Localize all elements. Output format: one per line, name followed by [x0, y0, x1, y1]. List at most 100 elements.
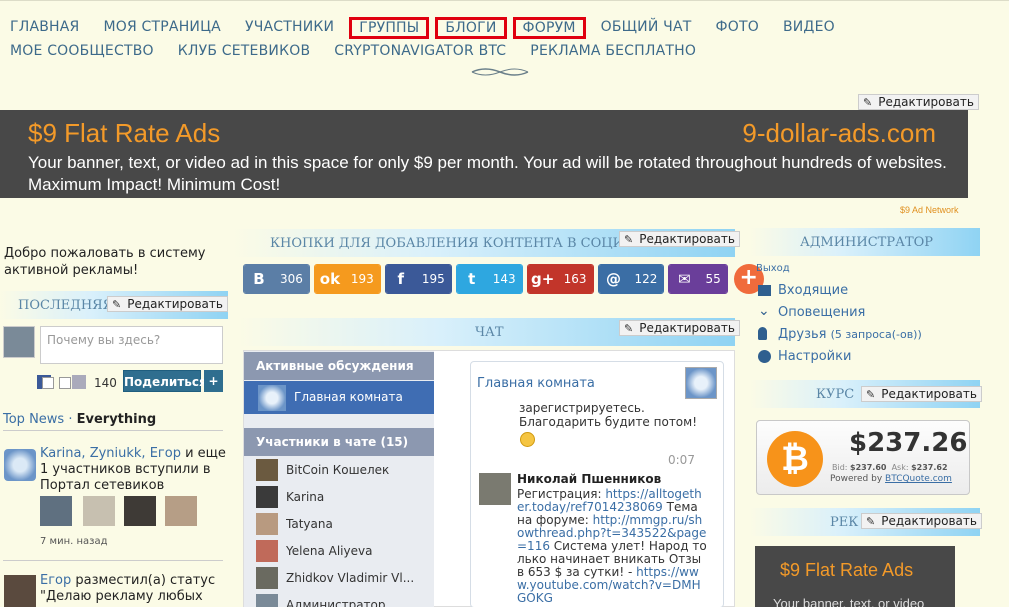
person-icon	[758, 327, 767, 340]
share-twitter-checkbox[interactable]	[59, 377, 71, 389]
chat-room-panel: Главная комната зарегистрируетесь. Благо…	[470, 361, 724, 607]
ad-banner[interactable]: $9 Flat Rate Ads 9-dollar-ads.com Your b…	[0, 110, 968, 198]
welcome-text: Добро пожаловать в систему активной рекл…	[4, 246, 206, 278]
member-thumbnail[interactable]	[40, 496, 72, 526]
social-share-button[interactable]: g+ 163	[526, 264, 594, 294]
banner-edit-button[interactable]: ✎ Редактировать	[858, 94, 979, 110]
avatar	[256, 486, 278, 508]
chat-sidebar: Активные обсуждения Главная комната Учас…	[244, 351, 434, 607]
pencil-icon: ✎	[863, 96, 873, 109]
chat-member[interactable]: Karina	[256, 486, 431, 513]
nav-cryptonavigator[interactable]: CRYPTONAVIGATOR BTC	[334, 41, 506, 61]
chat-message: Регистрация: https://alltogether.today/r…	[517, 487, 707, 605]
share-count: 55	[699, 265, 727, 293]
nav-video[interactable]: ВИДЕО	[783, 17, 835, 39]
social-share-button[interactable]: B 306	[243, 264, 310, 294]
gear-icon	[758, 350, 771, 363]
avatar	[256, 567, 278, 589]
nav-my-page[interactable]: МОЯ СТРАНИЦА	[103, 17, 220, 39]
nav-blogs[interactable]: БЛОГИ	[435, 17, 507, 39]
social-share-button[interactable]: f 195	[384, 264, 452, 294]
chat-room-icon	[258, 385, 286, 411]
odnoklassniki-icon: ok	[314, 265, 345, 293]
share-button[interactable]: Поделиться	[123, 370, 207, 392]
feed-users-link[interactable]: Karina, Zyniukk, Егор	[40, 446, 181, 461]
nav-groups[interactable]: ГРУППЫ	[349, 17, 430, 39]
chat-message-author[interactable]: Николай Пшенников	[517, 472, 661, 486]
nav-my-community[interactable]: МОЕ СООБЩЕСТВО	[10, 41, 154, 61]
active-discussions-header: Активные обсуждения	[244, 352, 434, 380]
filter-separator: ·	[68, 412, 73, 427]
chat-room-title: Главная комната	[477, 376, 595, 391]
chat-member[interactable]: Yelena Aliyeva	[256, 540, 431, 567]
share-facebook-checkbox[interactable]	[42, 377, 54, 389]
side-ad-banner[interactable]: $9 Flat Rate Ads Your banner, text, or v…	[755, 546, 955, 607]
chat-edit-button[interactable]: ✎ Редактировать	[619, 320, 740, 336]
google-plus-icon: g+	[527, 265, 558, 293]
feed-timestamp: 7 мин. назад	[40, 536, 108, 547]
top-navigation: ГЛАВНАЯ МОЯ СТРАНИЦА УЧАСТНИКИ ГРУППЫ БЛ…	[0, 0, 1009, 100]
ornament-divider-icon	[471, 68, 529, 76]
feed-item: Karina, Zyniukk, Егор и еще 1 участников…	[40, 446, 230, 494]
nav-general-chat[interactable]: ОБЩИЙ ЧАТ	[601, 17, 692, 39]
chat-member[interactable]: Zhidkov Vladimir Vl...	[256, 567, 431, 594]
banner-site: 9-dollar-ads.com	[742, 118, 936, 148]
nav-home[interactable]: ГЛАВНАЯ	[10, 17, 79, 39]
logout-link[interactable]: Выход	[756, 263, 790, 274]
envelope-icon	[758, 285, 771, 296]
pencil-icon: ✎	[866, 388, 876, 401]
share-count: 306	[274, 265, 309, 293]
nav-photo[interactable]: ФОТО	[716, 17, 759, 39]
avatar[interactable]	[479, 473, 511, 505]
btcquote-link[interactable]: BTCQuote.com	[885, 474, 952, 484]
top-news-link[interactable]: Top News	[3, 412, 64, 427]
everything-filter[interactable]: Everything	[77, 412, 157, 427]
nav-networkers-club[interactable]: КЛУБ СЕТЕВИКОВ	[178, 41, 311, 61]
bitcoin-icon: ₿	[767, 431, 823, 487]
share-count: 193	[344, 265, 380, 293]
nav-forum[interactable]: ФОРУМ	[512, 17, 586, 39]
char-counter: 140	[94, 376, 117, 390]
chat-room-logo	[685, 367, 717, 399]
share-count: 195	[415, 265, 451, 293]
chat-message: зарегистрируетесь. Благодарить будите по…	[519, 401, 698, 429]
member-thumbnail[interactable]	[165, 496, 197, 526]
buttons-edit-button[interactable]: ✎ Редактировать	[619, 231, 740, 247]
pencil-icon: ✎	[624, 322, 634, 335]
share-more-button[interactable]: +	[204, 370, 223, 392]
chat-member[interactable]: Tatyana	[256, 513, 431, 540]
ad-edit-button[interactable]: ✎ Редактировать	[861, 513, 982, 529]
member-thumbnail[interactable]	[83, 496, 115, 526]
nav-top-border	[0, 0, 1009, 5]
feed-user-link[interactable]: Егор	[40, 573, 71, 588]
ad-network-link[interactable]: $9 Ad Network	[900, 205, 959, 215]
side-ad-title: $9 Flat Rate Ads	[780, 560, 914, 580]
nav-members[interactable]: УЧАСТНИКИ	[245, 17, 334, 39]
twitter-icon	[72, 375, 86, 389]
nav-row-secondary: МОЕ СООБЩЕСТВО КЛУБ СЕТЕВИКОВ CRYPTONAVI…	[10, 41, 720, 61]
group-avatar[interactable]	[4, 449, 36, 481]
mail-ru-icon: @	[598, 265, 629, 293]
btc-powered-by: Powered by BTCQuote.com	[830, 474, 952, 484]
nav-free-ads[interactable]: РЕКЛАМА БЕСПЛАТНО	[530, 41, 696, 61]
social-share-button[interactable]: ✉ 55	[668, 264, 728, 294]
btc-price-widget[interactable]: ₿ $237.26 Bid: $237.60 Ask: $237.62 Powe…	[756, 420, 970, 495]
avatar[interactable]	[4, 575, 36, 607]
divider	[3, 560, 223, 561]
btc-price: $237.26	[849, 428, 968, 458]
chat-member[interactable]: Администратор	[256, 594, 431, 607]
status-input[interactable]: Почему вы здесь?	[40, 326, 223, 364]
social-share-button[interactable]: t 143	[455, 264, 523, 294]
twitter-icon: t	[456, 265, 487, 293]
social-share-button[interactable]: ok 193	[313, 264, 381, 294]
latest-edit-button[interactable]: ✎ Редактировать	[107, 296, 228, 312]
member-thumbnail[interactable]	[124, 496, 156, 526]
admin-section-header: АДМИНИСТРАТОР	[750, 228, 980, 256]
avatar	[256, 513, 278, 535]
btc-edit-button[interactable]: ✎ Редактировать	[861, 386, 982, 402]
avatar[interactable]	[3, 326, 35, 358]
avatar	[256, 459, 278, 481]
social-share-button[interactable]: @122	[597, 264, 665, 294]
avatar	[256, 540, 278, 562]
chat-member[interactable]: BitCoin Кошелек	[256, 459, 431, 486]
